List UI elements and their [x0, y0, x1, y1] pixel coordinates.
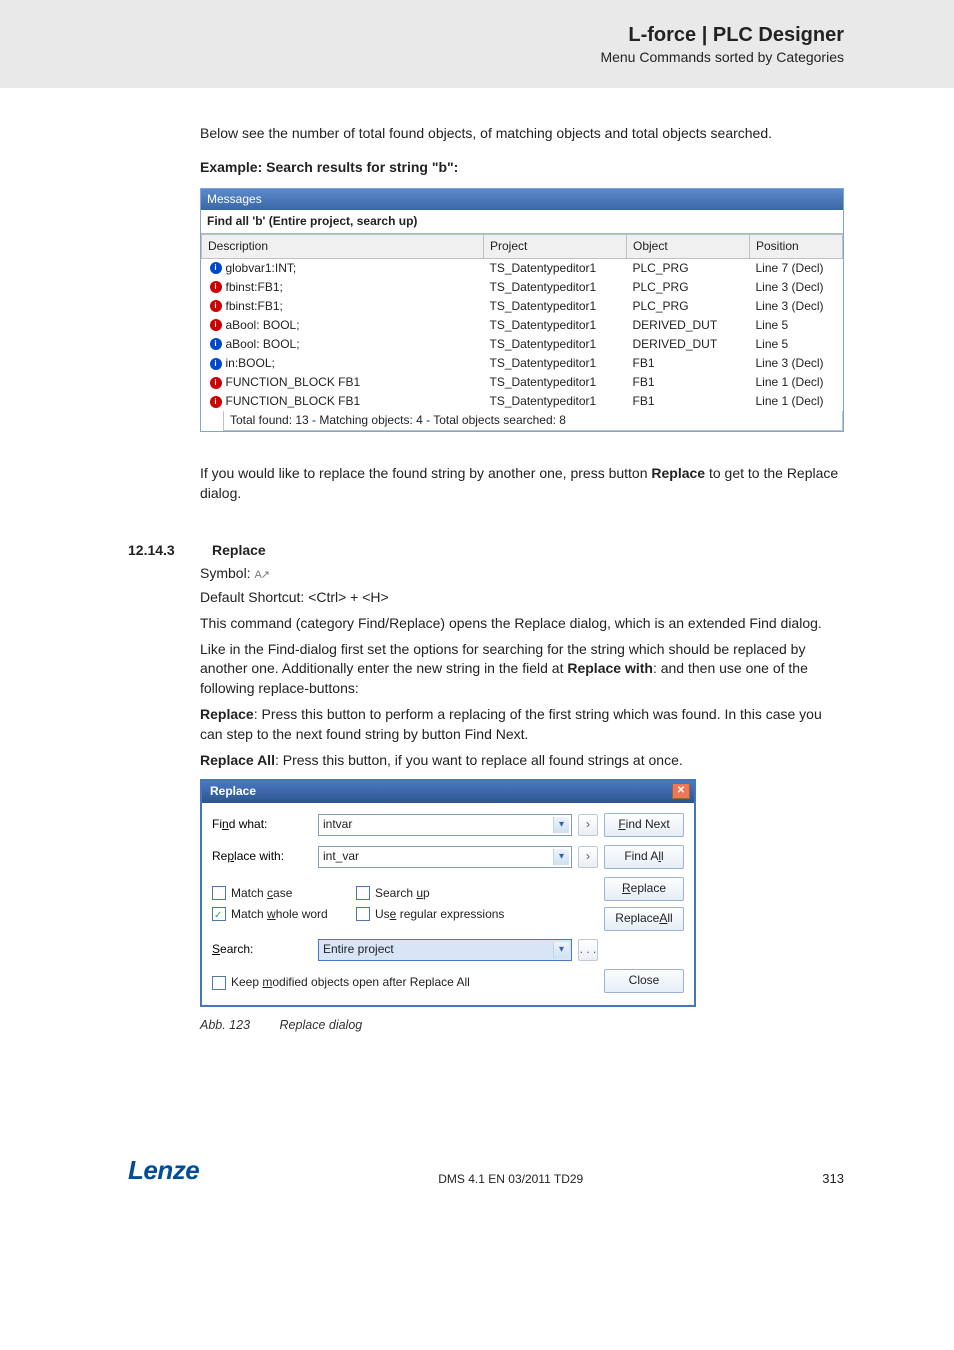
info-icon: i	[210, 396, 222, 408]
row-description: fbinst:FB1;	[226, 279, 283, 296]
p4-post: : Press this button, if you want to repl…	[275, 752, 683, 768]
p2-bold: Replace with	[567, 660, 653, 676]
section-p1: This command (category Find/Replace) ope…	[200, 614, 844, 634]
row-description: aBool: BOOL;	[226, 317, 300, 334]
p3-bold: Replace	[200, 706, 254, 722]
replace-with-options-button[interactable]: ›	[578, 846, 598, 868]
dropdown-icon[interactable]: ▾	[553, 849, 569, 865]
use-regex-checkbox[interactable]: Use regular expressions	[356, 906, 504, 923]
info-icon: i	[210, 319, 222, 331]
find-what-label: Find what:	[212, 816, 312, 833]
replace-with-label: Replace with:	[212, 848, 312, 865]
search-scope-label: Search:	[212, 941, 312, 958]
search-scope-browse-button[interactable]: . . .	[578, 939, 598, 961]
messages-titlebar: Messages	[201, 189, 843, 210]
col-project[interactable]: Project	[484, 234, 627, 258]
row-description: aBool: BOOL;	[226, 336, 300, 353]
row-description: globvar1:INT;	[226, 260, 297, 277]
col-object[interactable]: Object	[627, 234, 750, 258]
messages-table: Description Project Object Position iglo…	[201, 234, 843, 411]
close-icon[interactable]: ✕	[672, 783, 690, 799]
table-row[interactable]: iFUNCTION_BLOCK FB1TS_Datentypeditor1FB1…	[202, 392, 843, 411]
keep-modified-checkbox[interactable]: Keep modified objects open after Replace…	[212, 974, 572, 991]
section-p2: Like in the Find-dialog first set the op…	[200, 640, 844, 700]
section-p4: Replace All: Press this button, if you w…	[200, 751, 844, 771]
shortcut-text: Default Shortcut: <Ctrl> + <H>	[200, 588, 844, 608]
info-icon: i	[210, 338, 222, 350]
replace-with-value: int_var	[323, 848, 359, 865]
match-whole-word-checkbox[interactable]: Match whole word	[212, 906, 356, 923]
lenze-logo: Lenze	[128, 1155, 199, 1186]
section-p3: Replace: Press this button to perform a …	[200, 705, 844, 745]
info-icon: i	[210, 358, 222, 370]
info-icon: i	[210, 281, 222, 293]
symbol-row: Symbol: A↗	[200, 564, 844, 584]
header-subtitle: Menu Commands sorted by Categories	[0, 49, 844, 65]
col-position[interactable]: Position	[750, 234, 843, 258]
section-number: 12.14.3	[128, 542, 188, 558]
info-icon: i	[210, 377, 222, 389]
messages-filter: Find all 'b' (Entire project, search up)	[201, 210, 843, 234]
search-scope-select[interactable]: Entire project ▾	[318, 939, 572, 961]
row-description: FUNCTION_BLOCK FB1	[226, 393, 361, 410]
section-heading: 12.14.3 Replace	[128, 542, 844, 558]
replace-symbol-icon: A↗	[254, 569, 269, 581]
figure-text: Replace dialog	[280, 1018, 363, 1032]
replace-with-input[interactable]: int_var ▾	[318, 846, 572, 868]
p4-bold: Replace All	[200, 752, 275, 768]
row-description: fbinst:FB1;	[226, 298, 283, 315]
messages-panel: Messages Find all 'b' (Entire project, s…	[200, 188, 844, 432]
dropdown-icon[interactable]: ▾	[553, 817, 569, 833]
row-description: FUNCTION_BLOCK FB1	[226, 374, 361, 391]
dialog-title: Replace	[210, 783, 256, 800]
footer-doc-id: DMS 4.1 EN 03/2011 TD29	[438, 1172, 583, 1186]
table-row[interactable]: iin:BOOL;TS_Datentypeditor1FB1Line 3 (De…	[202, 354, 843, 373]
replace-note-pre: If you would like to replace the found s…	[200, 465, 651, 481]
replace-note-bold: Replace	[651, 465, 705, 481]
dropdown-icon[interactable]: ▾	[553, 942, 569, 958]
table-row[interactable]: iFUNCTION_BLOCK FB1TS_Datentypeditor1FB1…	[202, 373, 843, 392]
figure-caption: Abb. 123 Replace dialog	[200, 1017, 844, 1035]
find-what-value: intvar	[323, 816, 352, 833]
page-footer: Lenze DMS 4.1 EN 03/2011 TD29 313	[0, 1155, 954, 1222]
replace-button[interactable]: Replace	[604, 877, 684, 901]
p3-post: : Press this button to perform a replaci…	[200, 706, 822, 742]
info-icon: i	[210, 300, 222, 312]
find-what-input[interactable]: intvar ▾	[318, 814, 572, 836]
replace-note: If you would like to replace the found s…	[200, 464, 844, 504]
find-all-button[interactable]: Find All	[604, 845, 684, 869]
messages-summary: Total found: 13 - Matching objects: 4 - …	[223, 411, 843, 431]
search-up-checkbox[interactable]: Search up	[356, 885, 504, 902]
example-caption: Example: Search results for string "b":	[200, 158, 844, 178]
table-row[interactable]: iaBool: BOOL;TS_Datentypeditor1DERIVED_D…	[202, 316, 843, 335]
page-header: L-force | PLC Designer Menu Commands sor…	[0, 0, 954, 88]
table-row[interactable]: iaBool: BOOL;TS_Datentypeditor1DERIVED_D…	[202, 335, 843, 354]
intro-text: Below see the number of total found obje…	[200, 124, 844, 144]
table-row[interactable]: ifbinst:FB1;TS_Datentypeditor1PLC_PRGLin…	[202, 278, 843, 297]
match-case-checkbox[interactable]: Match case	[212, 885, 356, 902]
find-next-button[interactable]: Find Next	[604, 813, 684, 837]
section-title: Replace	[212, 542, 266, 558]
search-scope-value: Entire project	[323, 941, 394, 958]
row-description: in:BOOL;	[226, 355, 275, 372]
replace-dialog: Replace ✕ Find what: intvar ▾ › Find Nex…	[200, 779, 696, 1007]
table-row[interactable]: ifbinst:FB1;TS_Datentypeditor1PLC_PRGLin…	[202, 297, 843, 316]
col-description[interactable]: Description	[202, 234, 484, 258]
info-icon: i	[210, 262, 222, 274]
symbol-label: Symbol:	[200, 565, 254, 581]
find-what-options-button[interactable]: ›	[578, 814, 598, 836]
table-row[interactable]: iglobvar1:INT;TS_Datentypeditor1PLC_PRGL…	[202, 258, 843, 278]
figure-number: Abb. 123	[200, 1018, 250, 1032]
close-button[interactable]: Close	[604, 969, 684, 993]
dialog-titlebar[interactable]: Replace ✕	[202, 781, 694, 803]
header-title: L-force | PLC Designer	[0, 24, 844, 47]
footer-page-number: 313	[822, 1171, 844, 1186]
replace-all-button[interactable]: Replace All	[604, 907, 684, 931]
